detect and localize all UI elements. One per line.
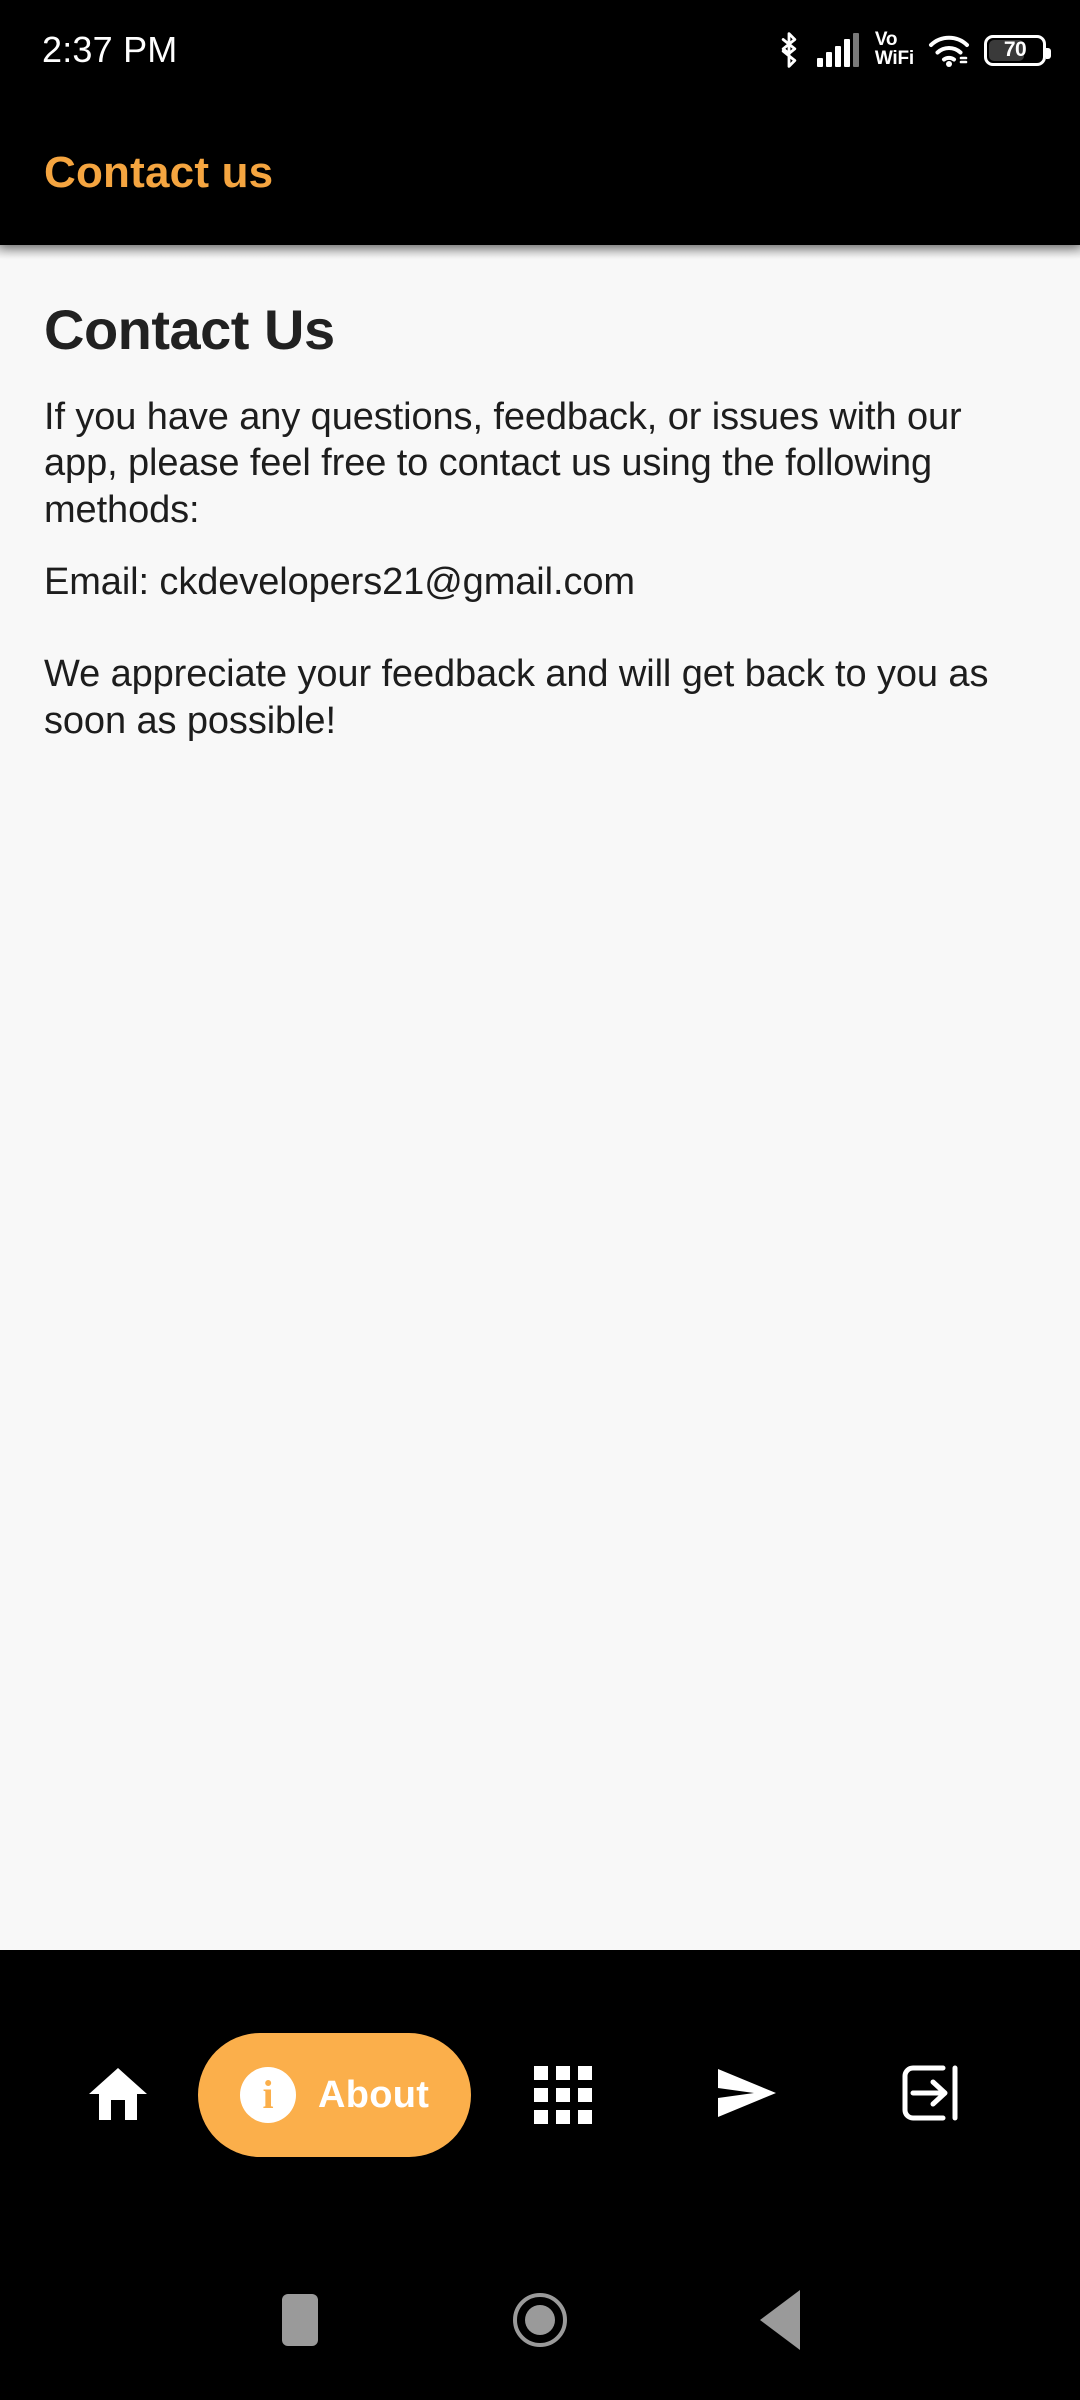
send-icon <box>714 2065 780 2126</box>
nav-item-send[interactable] <box>655 1950 839 2240</box>
triangle-back-icon <box>760 2290 800 2350</box>
about-label: About <box>318 2073 430 2116</box>
page-title: Contact Us <box>44 298 335 361</box>
app-bar-title: Contact us <box>44 147 274 197</box>
closing-paragraph: We appreciate your feedback and will get… <box>44 653 989 742</box>
app-bar: Contact us <box>0 100 1080 245</box>
about-pill[interactable]: i About <box>198 2033 472 2157</box>
status-bar: 2:37 PM Vo WiFi 70 <box>0 0 1080 100</box>
recents-button[interactable] <box>240 2260 360 2380</box>
vowifi-line-2: WiFi <box>874 48 914 69</box>
bottom-navigation-bar: i About <box>0 1950 1080 2240</box>
email-paragraph: Email: ckdevelopers21@gmail.com <box>44 561 635 604</box>
home-icon <box>87 2064 149 2127</box>
cellular-signal-icon <box>816 33 861 67</box>
info-icon: i <box>240 2067 296 2123</box>
nav-item-home[interactable] <box>58 1950 178 2240</box>
vowifi-indicator: Vo WiFi <box>874 30 914 69</box>
nav-item-logout[interactable] <box>838 1950 1022 2240</box>
home-button[interactable] <box>480 2260 600 2380</box>
content-area: Contact Us If you have any questions, fe… <box>0 245 1080 1950</box>
logout-icon <box>899 2062 961 2129</box>
status-bar-clock: 2:37 PM <box>42 29 178 70</box>
back-button[interactable] <box>720 2260 840 2380</box>
grid-apps-icon <box>534 2066 593 2124</box>
circle-home-icon <box>513 2293 567 2347</box>
status-bar-icons: Vo WiFi 70 <box>775 30 1051 69</box>
intro-paragraph: If you have any questions, feedback, or … <box>44 396 962 531</box>
square-recents-icon <box>282 2294 318 2346</box>
wifi-icon <box>928 33 970 67</box>
battery-level-label: 70 <box>1003 38 1027 61</box>
nav-item-about[interactable]: i About <box>198 1950 472 2240</box>
phone-screen: 2:37 PM Vo WiFi 70 Contact us Contact Us… <box>0 0 1080 2400</box>
nav-item-apps[interactable] <box>471 1950 655 2240</box>
bluetooth-icon <box>775 31 803 69</box>
battery-icon: 70 <box>984 34 1051 66</box>
android-system-navigation <box>0 2240 1080 2400</box>
